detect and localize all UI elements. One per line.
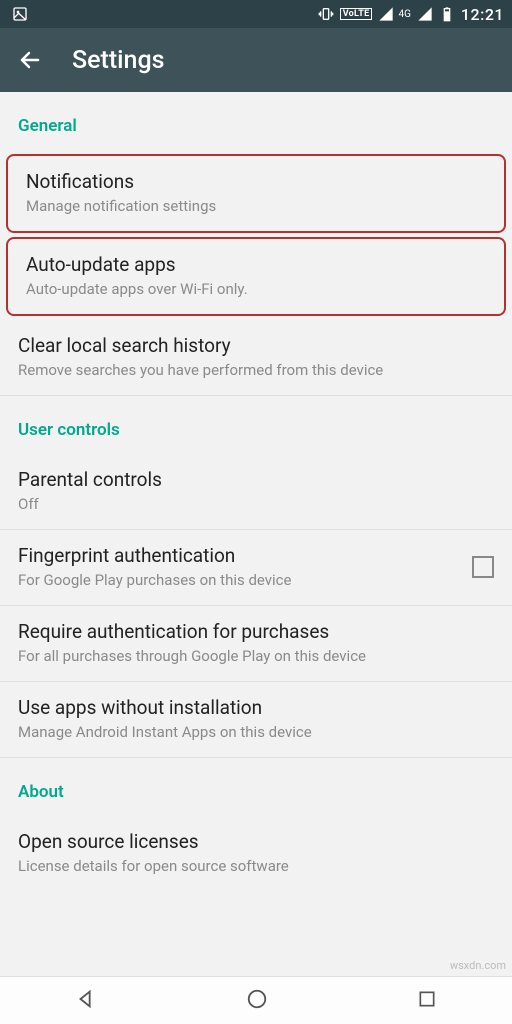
item-subtitle: For Google Play purchases on this device — [18, 571, 460, 589]
section-header-general: General — [0, 92, 512, 150]
nav-home-button[interactable] — [246, 988, 268, 1014]
item-subtitle: Manage Android Instant Apps on this devi… — [18, 723, 494, 741]
fingerprint-checkbox[interactable] — [472, 556, 494, 578]
network-label: 4G — [398, 9, 410, 20]
nav-recents-button[interactable] — [417, 989, 437, 1013]
item-title: Fingerprint authentication — [18, 544, 460, 567]
settings-item-notifications[interactable]: Notifications Manage notification settin… — [6, 154, 506, 233]
navigation-bar — [0, 976, 512, 1024]
settings-item-auto-update[interactable]: Auto-update apps Auto-update apps over W… — [6, 237, 506, 316]
vibrate-icon — [318, 6, 334, 22]
item-title: Use apps without installation — [18, 696, 494, 719]
item-subtitle: Off — [18, 495, 494, 513]
section-header-user-controls: User controls — [0, 396, 512, 454]
settings-item-fingerprint[interactable]: Fingerprint authentication For Google Pl… — [0, 530, 512, 606]
settings-item-instant-apps[interactable]: Use apps without installation Manage And… — [0, 682, 512, 758]
status-bar: VoLTE 4G 12:21 — [0, 0, 512, 28]
app-bar: Settings — [0, 28, 512, 92]
signal-icon-2 — [417, 6, 433, 22]
image-notification-icon — [12, 6, 28, 22]
back-arrow-icon[interactable] — [18, 48, 42, 72]
item-title: Parental controls — [18, 468, 494, 491]
item-title: Require authentication for purchases — [18, 620, 494, 643]
volte-badge: VoLTE — [340, 8, 373, 20]
watermark: wsxdn.com — [450, 959, 506, 972]
item-title: Auto-update apps — [26, 253, 486, 276]
signal-icon — [378, 6, 394, 22]
item-subtitle: Auto-update apps over Wi-Fi only. — [26, 280, 486, 298]
settings-item-clear-history[interactable]: Clear local search history Remove search… — [0, 320, 512, 396]
item-title: Clear local search history — [18, 334, 494, 357]
item-title: Open source licenses — [18, 830, 494, 853]
status-clock: 12:21 — [461, 5, 504, 24]
item-subtitle: For all purchases through Google Play on… — [18, 647, 494, 665]
settings-item-oss-licenses[interactable]: Open source licenses License details for… — [0, 816, 512, 891]
item-title: Notifications — [26, 170, 486, 193]
item-subtitle: License details for open source software — [18, 857, 494, 875]
page-title: Settings — [72, 46, 165, 75]
settings-list: General Notifications Manage notificatio… — [0, 92, 512, 891]
settings-item-require-auth[interactable]: Require authentication for purchases For… — [0, 606, 512, 682]
section-header-about: About — [0, 758, 512, 816]
battery-icon — [439, 6, 455, 22]
settings-item-parental-controls[interactable]: Parental controls Off — [0, 454, 512, 530]
item-subtitle: Remove searches you have performed from … — [18, 361, 494, 379]
nav-back-button[interactable] — [75, 988, 97, 1014]
item-subtitle: Manage notification settings — [26, 197, 486, 215]
